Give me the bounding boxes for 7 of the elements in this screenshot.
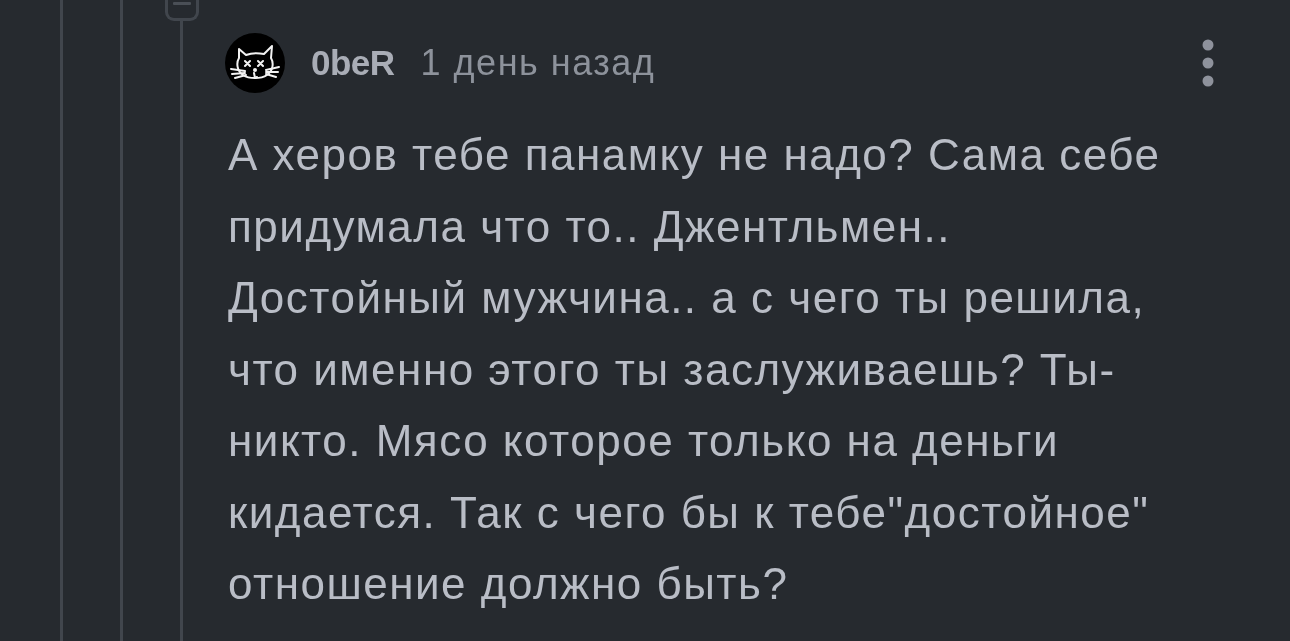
more-button[interactable] [1202, 39, 1214, 87]
comment-time: 1 день назад [420, 42, 656, 84]
cat-avatar-icon[interactable] [225, 33, 285, 93]
author-name[interactable]: 0beR [311, 43, 395, 83]
comment-text: А херов тебе панамку не надо? Сама себе придумала что то.. Джентльмен.. Достойный мужчина.. а с чего ты решила, что именно этого ты заслуживаешь? Ты-никто. Мясо которое только на деньги кидается. Так с чего бы к тебе"достойное" отношение должно быть? [228, 129, 1162, 610]
more-options-icon [1202, 39, 1214, 87]
minus-icon [173, 2, 191, 5]
